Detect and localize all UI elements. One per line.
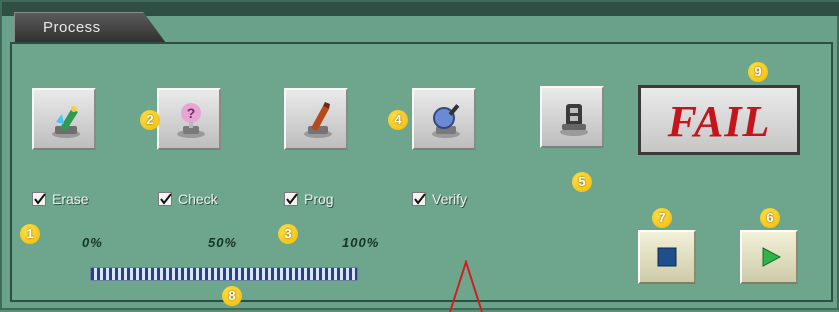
progress-label-end: 100%	[342, 235, 380, 250]
check-mark-icon	[160, 193, 172, 205]
check-checkbox[interactable]: Check	[158, 188, 218, 210]
marker-2: 2	[140, 110, 160, 130]
erase-pen-icon	[52, 106, 80, 138]
check-question-icon: ?	[177, 103, 205, 138]
prog-button[interactable]	[284, 88, 348, 150]
marker-9: 9	[748, 62, 768, 82]
marker-3: 3	[278, 224, 298, 244]
tab-process-label: Process	[43, 19, 101, 36]
verify-checkbox[interactable]: Verify	[412, 188, 467, 210]
check-checkbox-label: Check	[178, 191, 218, 207]
play-icon	[762, 247, 782, 267]
stop-icon	[657, 247, 677, 267]
svg-text:?: ?	[187, 105, 196, 121]
marker-4: 4	[388, 110, 408, 130]
check-mark-icon	[34, 193, 46, 205]
verify-checkbox-box[interactable]	[412, 192, 426, 206]
status-text: FAIL	[667, 97, 771, 146]
process-window: Process ? FAIL Erase Check Prog Verify 0…	[0, 0, 839, 312]
marker-8: 8	[222, 286, 242, 306]
check-button[interactable]: ?	[157, 88, 221, 150]
progress-label-mid: 50%	[208, 235, 238, 250]
marker-6: 6	[760, 208, 780, 228]
check-mark-icon	[414, 193, 426, 205]
marker-5: 5	[572, 172, 592, 192]
erase-button[interactable]	[32, 88, 96, 150]
tab-process[interactable]: Process	[14, 12, 166, 43]
check-mark-icon	[286, 193, 298, 205]
progress-label-start: 0%	[82, 235, 103, 250]
process-panel	[10, 42, 833, 302]
pointer-arrow-icon	[449, 260, 483, 312]
program-pen-icon	[304, 102, 332, 138]
verify-magnifier-icon	[432, 104, 460, 138]
device-button[interactable]	[540, 86, 604, 148]
progress-bar	[90, 267, 358, 281]
prog-checkbox[interactable]: Prog	[284, 188, 334, 210]
erase-checkbox-label: Erase	[52, 191, 89, 207]
verify-button[interactable]	[412, 88, 476, 150]
marker-7: 7	[652, 208, 672, 228]
erase-checkbox[interactable]: Erase	[32, 188, 89, 210]
start-button[interactable]	[740, 230, 798, 284]
status-display: FAIL	[638, 85, 800, 155]
check-checkbox-box[interactable]	[158, 192, 172, 206]
erase-checkbox-box[interactable]	[32, 192, 46, 206]
prog-checkbox-box[interactable]	[284, 192, 298, 206]
device-chip-icon	[560, 104, 588, 136]
progress-fill	[91, 268, 357, 280]
prog-checkbox-label: Prog	[304, 191, 334, 207]
marker-1: 1	[20, 224, 40, 244]
stop-button[interactable]	[638, 230, 696, 284]
verify-checkbox-label: Verify	[432, 191, 468, 207]
